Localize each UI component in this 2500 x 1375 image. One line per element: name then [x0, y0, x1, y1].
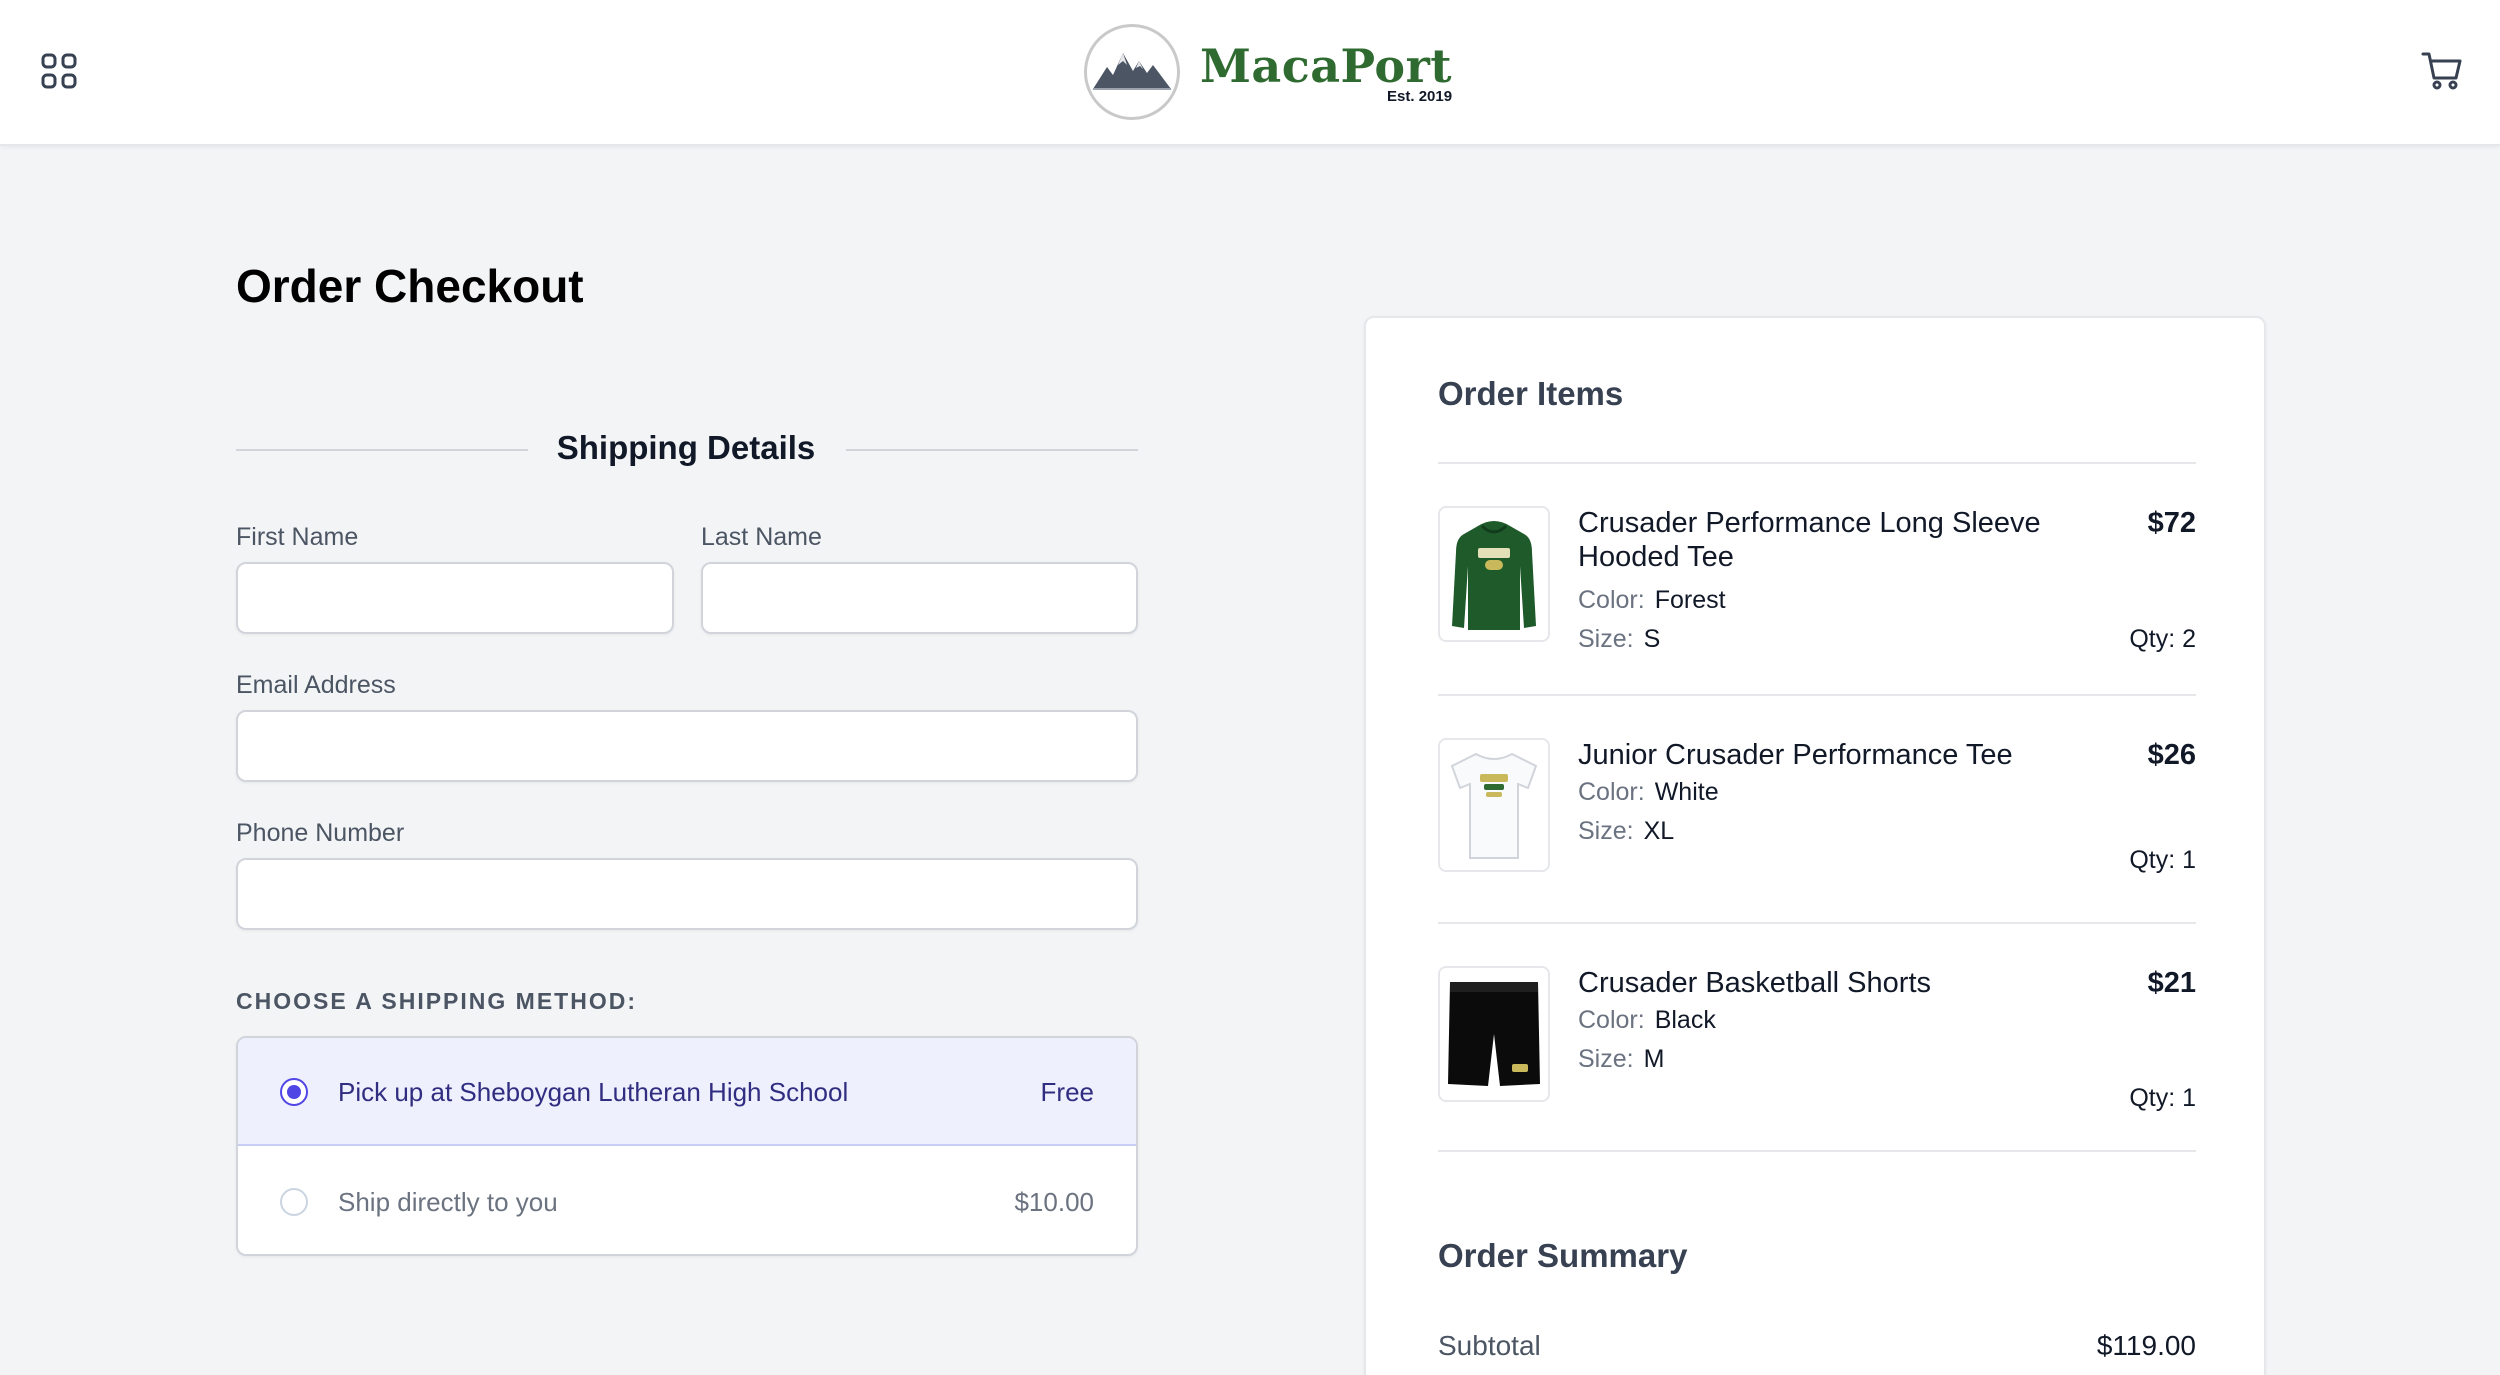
item-price: $26: [2147, 739, 2196, 771]
last-name-label: Last Name: [701, 523, 822, 551]
radio-unselected-icon[interactable]: [280, 1188, 308, 1216]
size-key: Size:: [1578, 817, 1634, 845]
brand-logo[interactable]: MacaPort Est. 2019: [1084, 22, 1452, 122]
brand-name: MacaPort: [1200, 38, 1453, 93]
shipping-option-price: Free: [1040, 1077, 1094, 1107]
brand-text: MacaPort Est. 2019: [1200, 40, 1452, 105]
color-key: Color:: [1578, 1006, 1645, 1034]
item-color: Color: White: [1578, 776, 1719, 808]
item-size: Size: S: [1578, 623, 1660, 655]
section-title: Shipping Details: [556, 429, 816, 466]
color-value: Black: [1654, 1006, 1716, 1034]
size-key: Size:: [1578, 1045, 1634, 1073]
page-title: Order Checkout: [236, 260, 584, 312]
order-panel: Order Items Crusader Performance Long Sl…: [1364, 316, 2266, 1375]
phone-label: Phone Number: [236, 819, 405, 847]
size-key: Size:: [1578, 625, 1634, 653]
divider: [1438, 694, 2196, 696]
color-key: Color:: [1578, 586, 1645, 614]
subtotal-value: $119.00: [2096, 1330, 2196, 1361]
shipping-option-ship[interactable]: Ship directly to you $10.00: [238, 1148, 1136, 1254]
item-price: $72: [2147, 507, 2196, 539]
shipping-option-price: $10.00: [1014, 1187, 1094, 1217]
last-name-input[interactable]: [701, 562, 1138, 634]
item-name: Junior Crusader Performance Tee: [1578, 739, 2013, 771]
shipping-method-caption: CHOOSE A SHIPPING METHOD:: [236, 988, 637, 1014]
shipping-option-label: Pick up at Sheboygan Lutheran High Schoo…: [338, 1077, 849, 1107]
order-summary-title: Order Summary: [1438, 1237, 1688, 1274]
section-divider-left: [236, 449, 528, 451]
radio-selected-icon[interactable]: [280, 1078, 308, 1106]
phone-input[interactable]: [236, 858, 1138, 930]
first-name-input[interactable]: [236, 562, 674, 634]
size-value: XL: [1643, 817, 1675, 845]
item-qty: Qty: 1: [2129, 846, 2196, 874]
white-tee-image[interactable]: [1438, 738, 1550, 872]
item-name: Crusader Performance Long Sleeve Hooded …: [1578, 507, 2041, 573]
color-value: Forest: [1654, 586, 1726, 614]
order-items-title: Order Items: [1438, 375, 1624, 412]
section-divider-right: [846, 449, 1138, 451]
order-item: Crusader Basketball Shorts $21 Color: Bla…: [1438, 966, 2196, 1112]
divider: [1438, 462, 2196, 464]
item-qty: Qty: 2: [2129, 625, 2196, 653]
subtotal-label: Subtotal: [1438, 1330, 1541, 1361]
first-name-label: First Name: [236, 523, 359, 551]
brand-established: Est. 2019: [1387, 87, 1453, 105]
color-value: White: [1654, 778, 1719, 806]
green-hoodie-image[interactable]: [1438, 506, 1550, 642]
color-key: Color:: [1578, 778, 1645, 806]
shipping-method-group: Pick up at Sheboygan Lutheran High Schoo…: [236, 1036, 1138, 1256]
order-item: Junior Crusader Performance Tee $26 Colo…: [1438, 738, 2196, 874]
item-size: Size: M: [1578, 1043, 1664, 1075]
item-size: Size: XL: [1578, 815, 1674, 847]
item-color: Color: Black: [1578, 1004, 1716, 1036]
order-item: Crusader Performance Long Sleeve Hooded …: [1438, 506, 2196, 653]
divider: [1438, 922, 2196, 924]
grid-menu-icon[interactable]: [40, 52, 78, 90]
item-color: Color: Forest: [1578, 584, 1726, 616]
shipping-option-pickup[interactable]: Pick up at Sheboygan Lutheran High Schoo…: [238, 1038, 1136, 1146]
mountain-logo-icon: [1084, 24, 1180, 120]
top-bar: MacaPort Est. 2019: [0, 0, 2500, 146]
size-value: M: [1643, 1045, 1665, 1073]
item-price: $21: [2147, 967, 2196, 999]
size-value: S: [1643, 625, 1661, 653]
cart-icon[interactable]: [2420, 48, 2464, 92]
item-qty: Qty: 1: [2129, 1084, 2196, 1112]
divider: [1438, 1150, 2196, 1152]
shipping-option-label: Ship directly to you: [338, 1187, 558, 1217]
email-input[interactable]: [236, 710, 1138, 782]
email-label: Email Address: [236, 671, 396, 699]
item-name: Crusader Basketball Shorts: [1578, 967, 1931, 999]
black-shorts-image[interactable]: [1438, 966, 1550, 1102]
